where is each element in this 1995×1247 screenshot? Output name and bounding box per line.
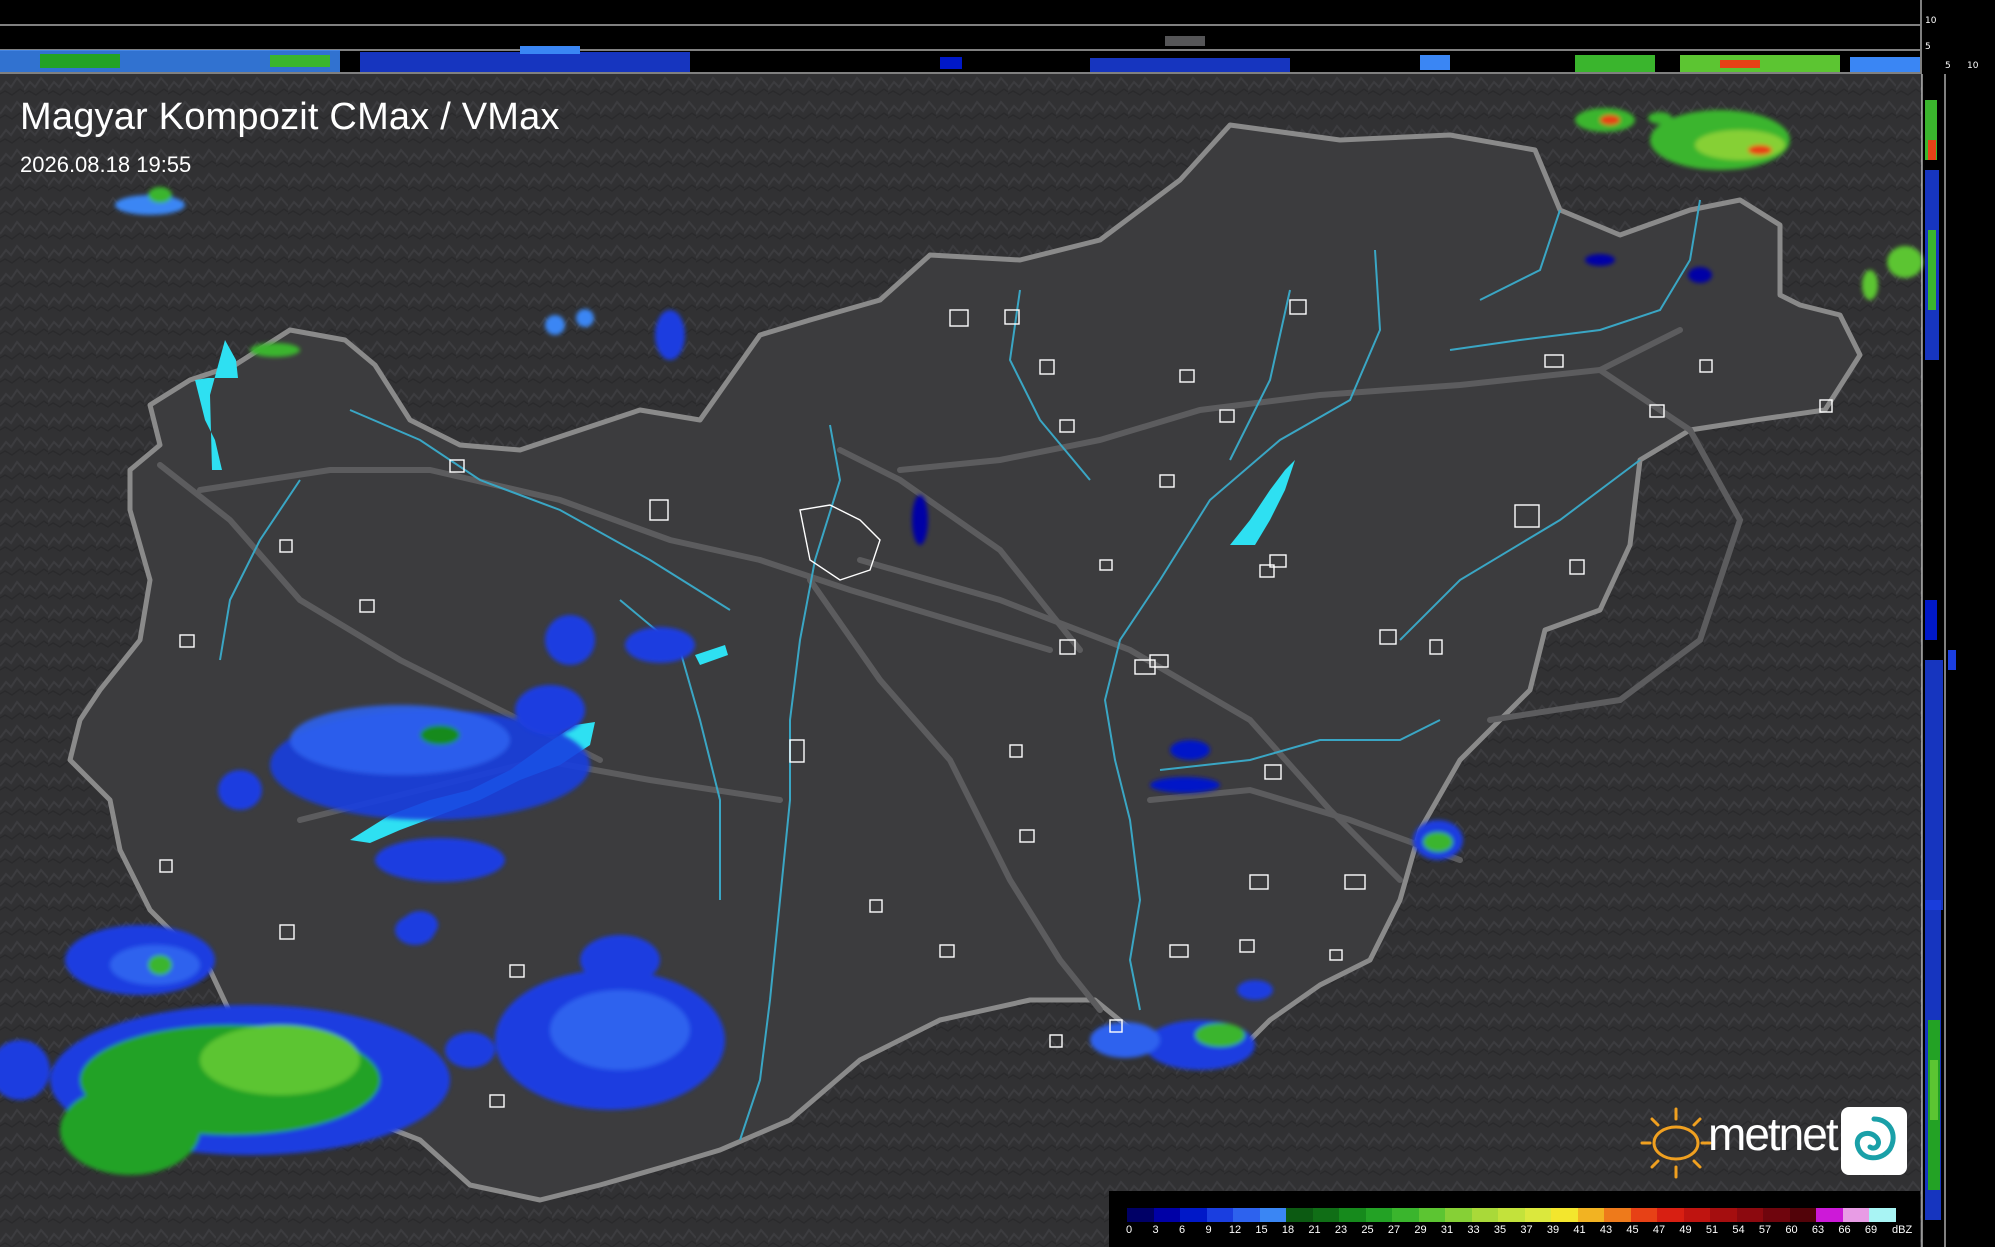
legend-label: 47 <box>1652 1224 1666 1236</box>
legend-color-scale <box>1127 1208 1896 1222</box>
legend-swatch <box>1233 1208 1260 1222</box>
legend-label: 39 <box>1546 1224 1560 1236</box>
legend-label: 41 <box>1573 1224 1586 1236</box>
legend-label: 43 <box>1599 1224 1613 1236</box>
legend-swatch <box>1816 1208 1843 1222</box>
legend-swatch <box>1789 1208 1816 1222</box>
legend-label: 21 <box>1308 1224 1321 1236</box>
brand-name: metnet <box>1708 1108 1839 1160</box>
legend-label: 69 <box>1864 1224 1878 1236</box>
legend-label: 0 <box>1125 1224 1133 1236</box>
map-title: Magyar Kompozit CMax / VMax <box>20 96 560 138</box>
legend-label: 57 <box>1758 1224 1772 1236</box>
top-profile-tick: 10 <box>1925 16 1937 26</box>
right-profile-echoes <box>1920 0 1956 1247</box>
legend-label: 15 <box>1255 1224 1268 1236</box>
legend-label: 29 <box>1414 1224 1427 1236</box>
legend-swatch <box>1683 1208 1710 1222</box>
legend-swatch <box>1471 1208 1498 1222</box>
legend-swatch <box>1312 1208 1339 1222</box>
right-profile-tick: 5 <box>1945 61 1951 71</box>
legend-swatch <box>1842 1208 1869 1222</box>
swirl-icon <box>1841 1107 1907 1175</box>
legend-swatch <box>1418 1208 1445 1222</box>
legend-swatch <box>1392 1208 1419 1222</box>
legend-labels: 0 3 6 9 12 15 18 21 23 25 27 29 31 33 35 37 39 41 43 45 47 49… <box>1125 1224 1927 1242</box>
legend-swatch <box>1577 1208 1604 1222</box>
legend-swatch <box>1604 1208 1631 1222</box>
legend-label: 9 <box>1205 1224 1212 1236</box>
legend-label: 66 <box>1838 1224 1851 1236</box>
right-profile-tick: 10 <box>1967 61 1979 71</box>
legend-label: 33 <box>1467 1224 1480 1236</box>
legend-swatch <box>1445 1208 1472 1222</box>
legend-label: 54 <box>1732 1224 1745 1236</box>
legend-swatch <box>1657 1208 1684 1222</box>
legend-swatch <box>1127 1208 1154 1222</box>
legend-label: 31 <box>1440 1224 1454 1236</box>
legend-label: 60 <box>1785 1224 1798 1236</box>
legend-unit: dBZ <box>1892 1224 1913 1236</box>
legend-label: 25 <box>1361 1224 1374 1236</box>
legend-swatch <box>1551 1208 1578 1222</box>
legend-swatch <box>1339 1208 1366 1222</box>
legend-swatch <box>1153 1208 1180 1222</box>
legend-label: 63 <box>1811 1224 1825 1236</box>
legend-swatch <box>1498 1208 1525 1222</box>
legend-swatch <box>1630 1208 1657 1222</box>
legend-swatch <box>1180 1208 1207 1222</box>
legend-swatch <box>1524 1208 1551 1222</box>
legend-swatch <box>1710 1208 1737 1222</box>
legend-label: 49 <box>1679 1224 1692 1236</box>
legend-swatch <box>1365 1208 1392 1222</box>
map-timestamp: 2026.08.18 19:55 <box>20 152 192 177</box>
dbz-legend: 0 3 6 9 12 15 18 21 23 25 27 29 31 33 35 37 39 41 43 45 47 49… <box>1109 1191 1920 1247</box>
legend-label: 37 <box>1520 1224 1533 1236</box>
legend-label: 18 <box>1281 1224 1295 1236</box>
legend-label: 3 <box>1152 1224 1159 1236</box>
legend-swatch <box>1869 1208 1896 1222</box>
legend-label: 6 <box>1178 1224 1186 1236</box>
legend-label: 45 <box>1626 1224 1639 1236</box>
legend-label: 12 <box>1228 1224 1242 1236</box>
legend-swatch <box>1763 1208 1790 1222</box>
legend-swatch <box>1736 1208 1763 1222</box>
radar-map: Magyar Kompozit CMax / VMax 2026.08.18 1… <box>0 0 1995 1247</box>
legend-swatch <box>1259 1208 1286 1222</box>
sun-icon <box>1640 1107 1712 1179</box>
legend-label: 27 <box>1387 1224 1401 1236</box>
top-profile-echoes <box>0 24 1920 74</box>
legend-swatch <box>1206 1208 1233 1222</box>
legend-swatch <box>1286 1208 1313 1222</box>
legend-label: 35 <box>1493 1224 1507 1236</box>
legend-label: 23 <box>1334 1224 1348 1236</box>
legend-label: 51 <box>1705 1224 1719 1236</box>
top-profile-tick: 5 <box>1925 42 1931 52</box>
map-canvas <box>0 0 1956 1247</box>
